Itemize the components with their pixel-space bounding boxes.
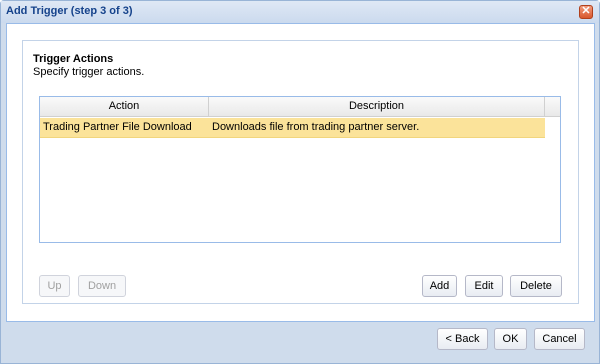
cell-description: Downloads file from trading partner serv… [212, 121, 420, 133]
add-button[interactable]: Add [422, 275, 457, 297]
table-row[interactable]: Trading Partner File Download Downloads … [40, 118, 545, 138]
section-subtitle: Specify trigger actions. [33, 66, 145, 78]
section-title: Trigger Actions [33, 53, 114, 65]
cancel-button[interactable]: Cancel [534, 328, 585, 350]
column-header-action[interactable]: Action [40, 97, 209, 117]
dialog-body: Trigger Actions Specify trigger actions.… [6, 23, 595, 322]
column-header-description[interactable]: Description [209, 97, 545, 117]
grid-header: Action Description [40, 97, 560, 117]
edit-button[interactable]: Edit [465, 275, 503, 297]
dialog-title: Add Trigger (step 3 of 3) [6, 5, 133, 17]
ok-button[interactable]: OK [494, 328, 527, 350]
actions-grid: Action Description Trading Partner File … [39, 96, 561, 243]
delete-button[interactable]: Delete [510, 275, 562, 297]
down-button[interactable]: Down [78, 275, 126, 297]
up-button[interactable]: Up [39, 275, 70, 297]
cell-action: Trading Partner File Download [43, 121, 192, 133]
add-trigger-dialog: Add Trigger (step 3 of 3) ✕ Trigger Acti… [0, 0, 600, 364]
back-button[interactable]: < Back [437, 328, 488, 350]
dialog-titlebar[interactable]: Add Trigger (step 3 of 3) ✕ [1, 1, 599, 23]
close-icon[interactable]: ✕ [579, 5, 593, 19]
